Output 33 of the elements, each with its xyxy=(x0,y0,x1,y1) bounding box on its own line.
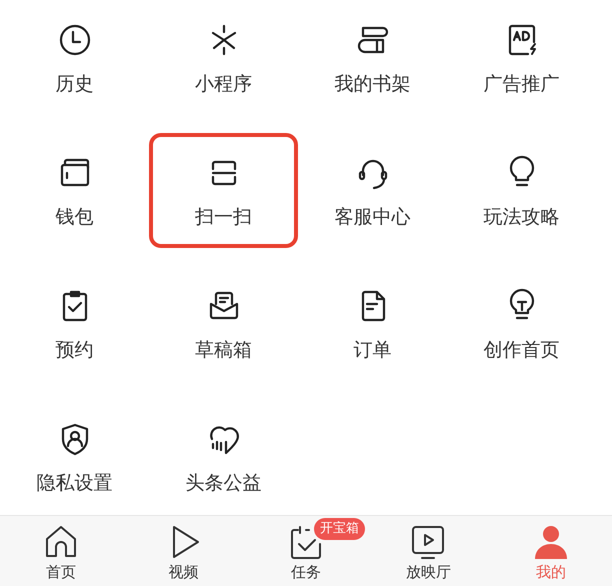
menu-item[interactable]: 我的书架 xyxy=(298,0,447,115)
menu-label: 草稿箱 xyxy=(195,338,252,363)
menu-item[interactable]: 扫一扫 xyxy=(149,133,298,248)
menu-label: 小程序 xyxy=(195,72,252,97)
menu-label: 历史 xyxy=(56,72,94,97)
menu-item[interactable]: 订单 xyxy=(298,266,447,381)
menu-label: 我的书架 xyxy=(334,72,410,97)
menu-label: 钱包 xyxy=(56,205,94,230)
menu-item[interactable]: 历史 xyxy=(0,0,149,115)
menu-item[interactable]: 广告推广 xyxy=(447,0,596,115)
menu-label: 隐私设置 xyxy=(36,471,112,496)
menu-item[interactable]: 钱包 xyxy=(0,133,149,248)
menu-item[interactable]: 头条公益 xyxy=(149,399,298,514)
menu-label: 扫一扫 xyxy=(195,205,252,230)
menu-item[interactable]: 客服中心 xyxy=(298,133,447,248)
tab-badge: 开宝箱 xyxy=(314,518,365,540)
menu-label: 订单 xyxy=(354,338,392,363)
menu-item[interactable]: 预约 xyxy=(0,266,149,381)
menu-item[interactable]: 隐私设置 xyxy=(0,399,149,514)
tab-item[interactable]: 放映厅 xyxy=(367,516,490,586)
menu-item[interactable]: 草稿箱 xyxy=(149,266,298,381)
tab-item[interactable]: 开宝箱 任务 xyxy=(244,516,368,586)
menu-item[interactable]: 创作首页 xyxy=(447,266,596,381)
menu-label: 预约 xyxy=(56,338,94,363)
tab-item[interactable]: 首页 xyxy=(0,516,122,586)
menu-item[interactable]: 小程序 xyxy=(149,0,298,115)
menu-label: 头条公益 xyxy=(186,471,262,496)
tab-item[interactable]: 视频 xyxy=(122,516,245,586)
menu-label: 玩法攻略 xyxy=(484,205,560,230)
menu-item[interactable]: 玩法攻略 xyxy=(447,133,596,248)
menu-label: 创作首页 xyxy=(484,338,560,363)
menu-label: 客服中心 xyxy=(334,205,410,230)
menu-label: 广告推广 xyxy=(484,72,560,97)
